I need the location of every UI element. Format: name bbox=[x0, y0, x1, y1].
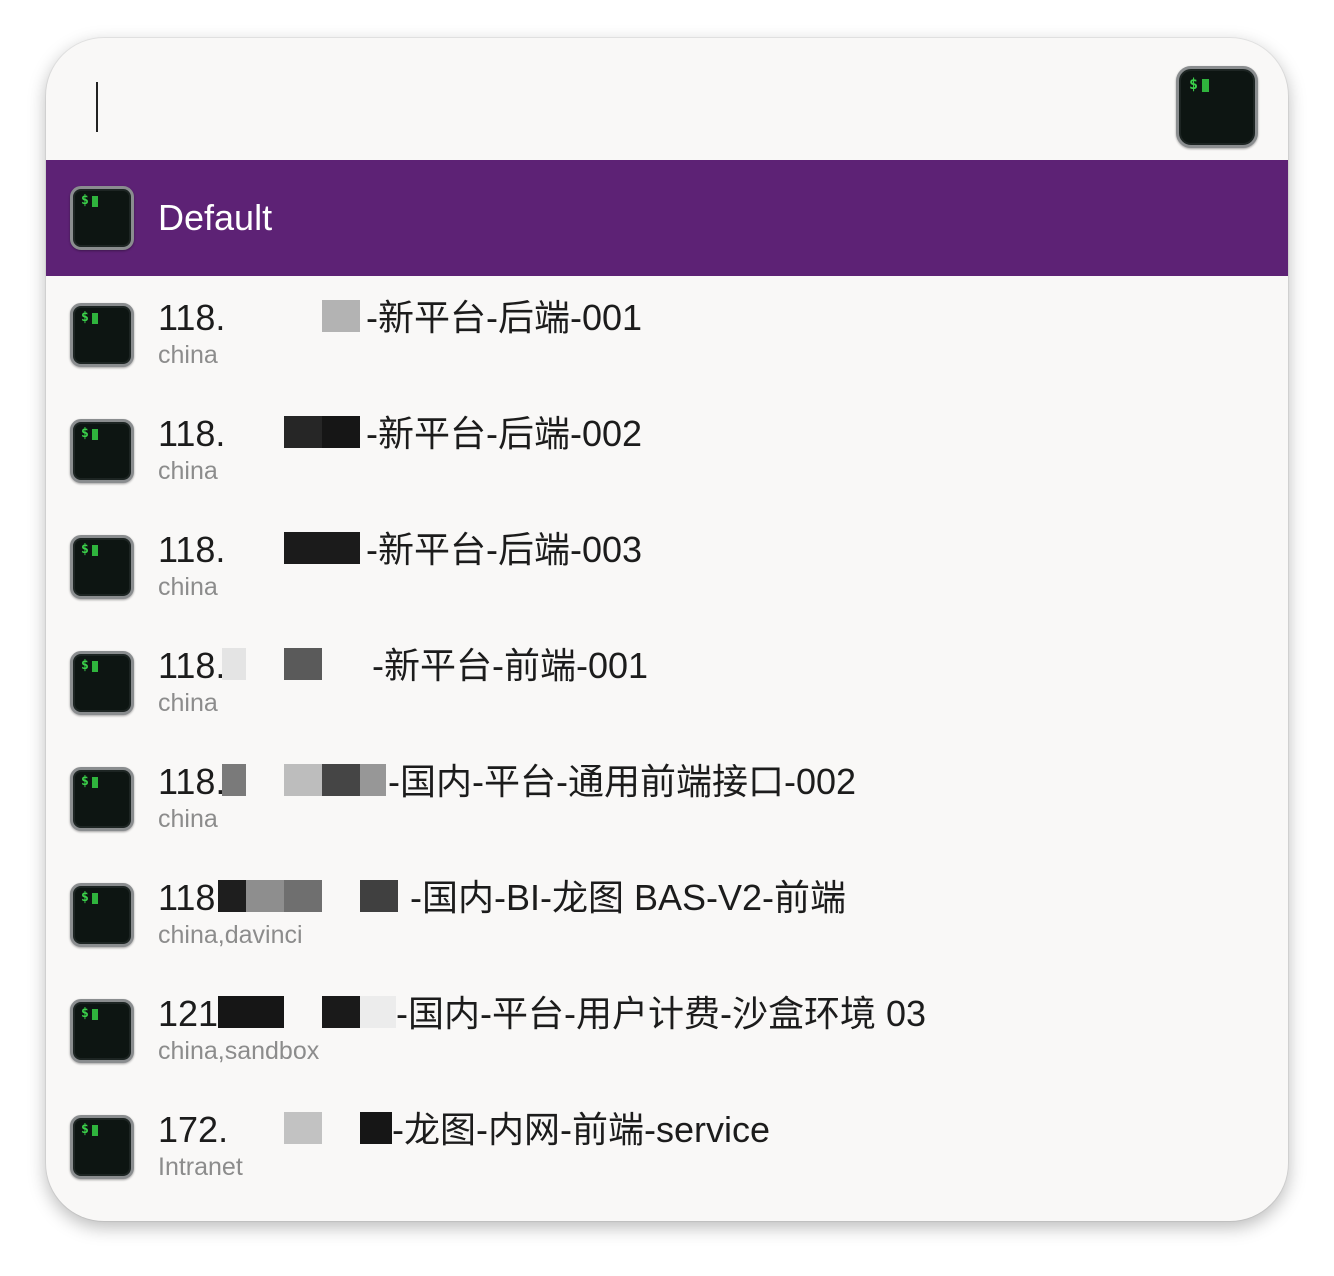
terminal-icon: $ bbox=[70, 999, 134, 1063]
redaction-block bbox=[360, 764, 386, 796]
redaction-block bbox=[246, 880, 284, 912]
list-item[interactable]: $ 118. -新平台-后端-002 china bbox=[46, 392, 1288, 508]
terminal-icon: $ bbox=[70, 186, 134, 250]
result-item-default-selected[interactable]: $ Default bbox=[46, 160, 1288, 276]
terminal-icon: $ bbox=[70, 883, 134, 947]
redaction-block bbox=[218, 996, 284, 1028]
redaction-block bbox=[322, 300, 360, 332]
result-title: Default bbox=[158, 197, 273, 238]
result-title-prefix: 172. bbox=[158, 1109, 229, 1150]
redaction-block bbox=[322, 416, 360, 448]
list-item[interactable]: $ 118. -新平台-后端-003 china bbox=[46, 508, 1288, 624]
list-item[interactable]: $ 118. -新平台-前端-001 china bbox=[46, 624, 1288, 740]
result-subtitle: china,sandbox bbox=[158, 1037, 320, 1065]
result-title-suffix: -龙图-内网-前端-service bbox=[392, 1109, 770, 1150]
result-title-suffix: -国内-BI-龙图 BAS-V2-前端 bbox=[410, 877, 847, 918]
terminal-icon: $ bbox=[70, 535, 134, 599]
result-subtitle: china bbox=[158, 457, 218, 485]
redaction-block bbox=[360, 880, 398, 912]
result-subtitle: china bbox=[158, 573, 218, 601]
redaction-block bbox=[284, 416, 322, 448]
result-title-prefix: 118. bbox=[158, 529, 226, 570]
launcher-panel: $ $ Default $ 118. -新平台-后端-001 china $ 1… bbox=[46, 38, 1288, 1221]
redaction-block bbox=[284, 532, 360, 564]
redaction-block bbox=[218, 880, 246, 912]
redaction-block bbox=[284, 880, 322, 912]
result-title-suffix: -新平台-后端-003 bbox=[366, 529, 643, 570]
result-subtitle: china bbox=[158, 689, 218, 717]
result-subtitle: china bbox=[158, 341, 218, 369]
terminal-icon: $ bbox=[70, 651, 134, 715]
search-bar[interactable]: $ bbox=[46, 38, 1288, 160]
list-item[interactable]: $ 172. -龙图-内网-前端-service Intranet bbox=[46, 1088, 1288, 1204]
terminal-app-icon: $ bbox=[1176, 66, 1258, 148]
result-title-prefix: 118. bbox=[158, 761, 226, 802]
list-item[interactable]: $ 121. -国内-平台-用户计费-沙盒环境 03 china,sandbox bbox=[46, 972, 1288, 1088]
list-item[interactable]: $ 118. -国内-BI-龙图 BAS-V2-前端 china,davinci bbox=[46, 856, 1288, 972]
redaction-block bbox=[284, 648, 322, 680]
redaction-block bbox=[360, 996, 396, 1028]
list-item[interactable]: $ 118. -国内-平台-通用前端接口-002 china bbox=[46, 740, 1288, 856]
redaction-block bbox=[222, 764, 246, 796]
result-subtitle: china,davinci bbox=[158, 921, 303, 949]
terminal-icon: $ bbox=[70, 1115, 134, 1179]
terminal-icon: $ bbox=[70, 767, 134, 831]
result-title-suffix: -国内-平台-用户计费-沙盒环境 03 bbox=[396, 993, 926, 1034]
redaction-block bbox=[284, 764, 322, 796]
result-title-prefix: 118. bbox=[158, 877, 226, 918]
result-title-suffix: -新平台-前端-001 bbox=[372, 645, 649, 686]
result-title-suffix: -新平台-后端-001 bbox=[366, 297, 643, 338]
terminal-icon: $ bbox=[70, 303, 134, 367]
result-title-prefix: 118. bbox=[158, 645, 226, 686]
prompt-glyph: $ bbox=[1189, 75, 1199, 93]
result-subtitle: china bbox=[158, 805, 218, 833]
redaction-block bbox=[360, 1112, 392, 1144]
list-item[interactable]: $ 118. -新平台-后端-001 china bbox=[46, 276, 1288, 392]
results-list: $ 118. -新平台-后端-001 china $ 118. -新平台-后端-… bbox=[46, 276, 1288, 1204]
result-title-suffix: -国内-平台-通用前端接口-002 bbox=[388, 761, 857, 802]
result-title-prefix: 118. bbox=[158, 413, 226, 454]
result-subtitle: Intranet bbox=[158, 1153, 243, 1181]
search-input[interactable] bbox=[102, 68, 1166, 140]
redaction-block bbox=[222, 648, 246, 680]
redaction-block bbox=[284, 1112, 322, 1144]
redaction-block bbox=[322, 996, 360, 1028]
text-caret bbox=[96, 82, 98, 132]
result-title-prefix: 118. bbox=[158, 297, 226, 338]
result-title-suffix: -新平台-后端-002 bbox=[366, 413, 643, 454]
redaction-block bbox=[322, 764, 360, 796]
terminal-icon: $ bbox=[70, 419, 134, 483]
